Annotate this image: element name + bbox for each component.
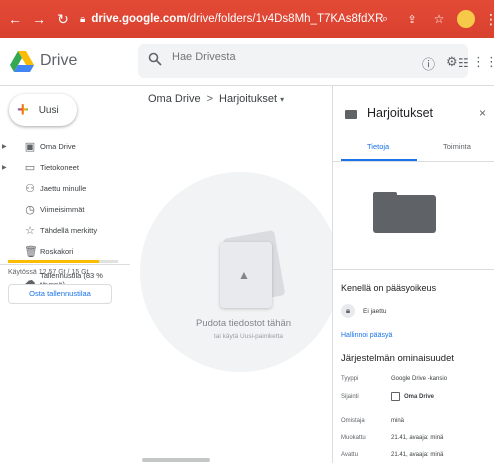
app-name: Drive	[40, 52, 78, 69]
folder-preview	[333, 162, 494, 270]
sidebar-item-computers[interactable]: ▶ ▭ Tietokoneet	[0, 157, 130, 177]
app-header: Drive ☷ ⓘ ⚙ ⋮⋮	[0, 38, 494, 86]
sidebar-item-label: Jaettu minulle	[40, 183, 87, 193]
prop-label-modified: Muokattu	[341, 435, 366, 441]
big-folder-icon	[373, 195, 436, 233]
buy-storage-button[interactable]: Osta tallennustilaa	[8, 284, 112, 304]
chevron-down-icon[interactable]: ▾	[280, 95, 284, 104]
storage-fill	[8, 260, 100, 263]
url-path: /drive/folders/1v4Ds8Mh_T7KAs8fdXRR7fYe_…	[186, 13, 384, 25]
sidebar-item-label: Oma Drive	[40, 141, 76, 151]
drive-icon: ▣	[24, 140, 36, 153]
sidebar-item-label: Tähdellä merkitty	[40, 225, 98, 235]
storage-bar	[8, 260, 118, 263]
sidebar-item-starred[interactable]: ☆ Tähdellä merkitty	[0, 220, 130, 240]
drive-mini-icon: ▲	[238, 268, 250, 282]
details-panel: Harjoitukset × Tietoja Toiminta Kenellä …	[332, 86, 494, 463]
storage-text: Käytössä 12,57 Gt / 15 Gt	[8, 269, 89, 276]
search-input[interactable]	[172, 51, 372, 63]
folder-icon	[345, 110, 357, 119]
prop-value-opened: 21.41, avaaja: minä	[391, 452, 444, 458]
horizontal-scrollbar[interactable]	[142, 458, 210, 462]
sidebar-item-label: Tietokoneet	[40, 162, 79, 172]
expand-caret-icon[interactable]: ▶	[2, 143, 7, 150]
prop-value-owner: minä	[391, 418, 405, 424]
location-label: Oma Drive	[404, 394, 435, 401]
reload-icon[interactable]: ↻	[54, 11, 72, 28]
prop-value-location[interactable]: Oma Drive	[391, 392, 434, 401]
breadcrumb: Oma Drive > Harjoitukset ▾	[148, 93, 284, 105]
drive-logo-icon[interactable]	[10, 51, 34, 73]
lock-icon[interactable]: 🔒︎	[80, 14, 85, 25]
prop-label-type: Tyyppi	[341, 376, 359, 382]
apps-grid-icon[interactable]: ⋮⋮	[472, 54, 494, 70]
new-label: Uusi	[38, 104, 59, 116]
computer-icon: ▭	[24, 161, 36, 174]
tab-activity[interactable]: Toiminta	[443, 142, 471, 151]
search-box[interactable]: ☷	[138, 44, 469, 78]
drop-zone[interactable]: ▲	[140, 172, 340, 372]
expand-caret-icon[interactable]: ▶	[2, 164, 7, 171]
prop-value-modified: 21.41, avaaja: minä	[391, 435, 444, 441]
plus-icon: +	[17, 99, 29, 121]
lock-icon: 🔒︎	[341, 304, 355, 318]
prop-label-owner: Omistaja	[341, 418, 365, 424]
sidebar-item-trash[interactable]: 🗑︎ Roskakori	[0, 241, 130, 261]
url-domain: drive.google.com	[91, 13, 187, 25]
zoom-icon[interactable]: ⌕	[376, 13, 394, 26]
star-icon: ☆	[25, 224, 35, 237]
shared-icon: ⚇	[25, 182, 35, 195]
sidebar-item-recent[interactable]: ◷ Viimeisimmät	[0, 199, 130, 219]
details-title: Harjoitukset	[367, 106, 433, 120]
prop-value-type: Google Drive -kansio	[391, 376, 448, 382]
drop-title: Pudota tiedostot tähän	[196, 318, 292, 329]
sidebar-item-shared[interactable]: ⚇ Jaettu minulle	[0, 178, 130, 198]
forward-icon[interactable]: →	[30, 11, 48, 27]
divider	[0, 264, 130, 265]
extension-icon[interactable]	[457, 10, 475, 28]
help-icon[interactable]: ⓘ	[422, 54, 435, 73]
close-icon[interactable]: ×	[479, 106, 486, 120]
more-vert-icon[interactable]: ⋮	[484, 11, 494, 28]
breadcrumb-separator: >	[206, 93, 213, 105]
prop-label-location: Sijainti	[341, 394, 359, 400]
drop-subtitle: tai käytä Uusi-painiketta	[214, 333, 284, 340]
sidebar-item-my-drive[interactable]: ▶ ▣ Oma Drive	[0, 136, 130, 156]
sidebar-nav: ▶ ▣ Oma Drive ▶ ▭ Tietokoneet ⚇ Jaettu m…	[0, 136, 130, 291]
tune-icon[interactable]: ☷	[458, 56, 469, 70]
back-icon[interactable]: ←	[6, 11, 24, 27]
search-icon[interactable]	[148, 52, 162, 66]
sidebar-item-label: Roskakori	[40, 246, 74, 256]
breadcrumb-current[interactable]: Harjoitukset	[219, 93, 277, 105]
settings-icon[interactable]: ⚙	[446, 54, 458, 70]
address-bar[interactable]: drive.google.com/drive/folders/1v4Ds8Mh_…	[91, 13, 383, 25]
drop-illustration-front: ▲	[220, 242, 272, 308]
properties-title: Järjestelmän ominaisuudet	[341, 353, 455, 364]
not-shared-label: Ei jaettu	[363, 308, 387, 315]
manage-access-link[interactable]: Hallinnoi pääsyä	[341, 332, 392, 339]
new-button[interactable]: + Uusi	[9, 94, 77, 126]
access-title: Kenellä on pääsyoikeus	[341, 283, 437, 293]
breadcrumb-root[interactable]: Oma Drive	[148, 93, 201, 105]
drive-icon	[391, 392, 400, 401]
sidebar: + Uusi ▶ ▣ Oma Drive ▶ ▭ Tietokoneet ⚇ J…	[0, 86, 130, 463]
bookmark-star-icon[interactable]: ☆	[430, 12, 448, 26]
sidebar-item-label: Viimeisimmät	[40, 204, 85, 214]
clock-icon: ◷	[25, 203, 35, 216]
share-icon[interactable]: ⇪	[403, 13, 421, 26]
prop-label-opened: Avattu	[341, 452, 358, 458]
tab-details[interactable]: Tietoja	[367, 142, 389, 151]
trash-icon: 🗑︎	[24, 245, 38, 258]
browser-toolbar: ← → ↻ 🔒︎ drive.google.com/drive/folders/…	[0, 0, 494, 38]
